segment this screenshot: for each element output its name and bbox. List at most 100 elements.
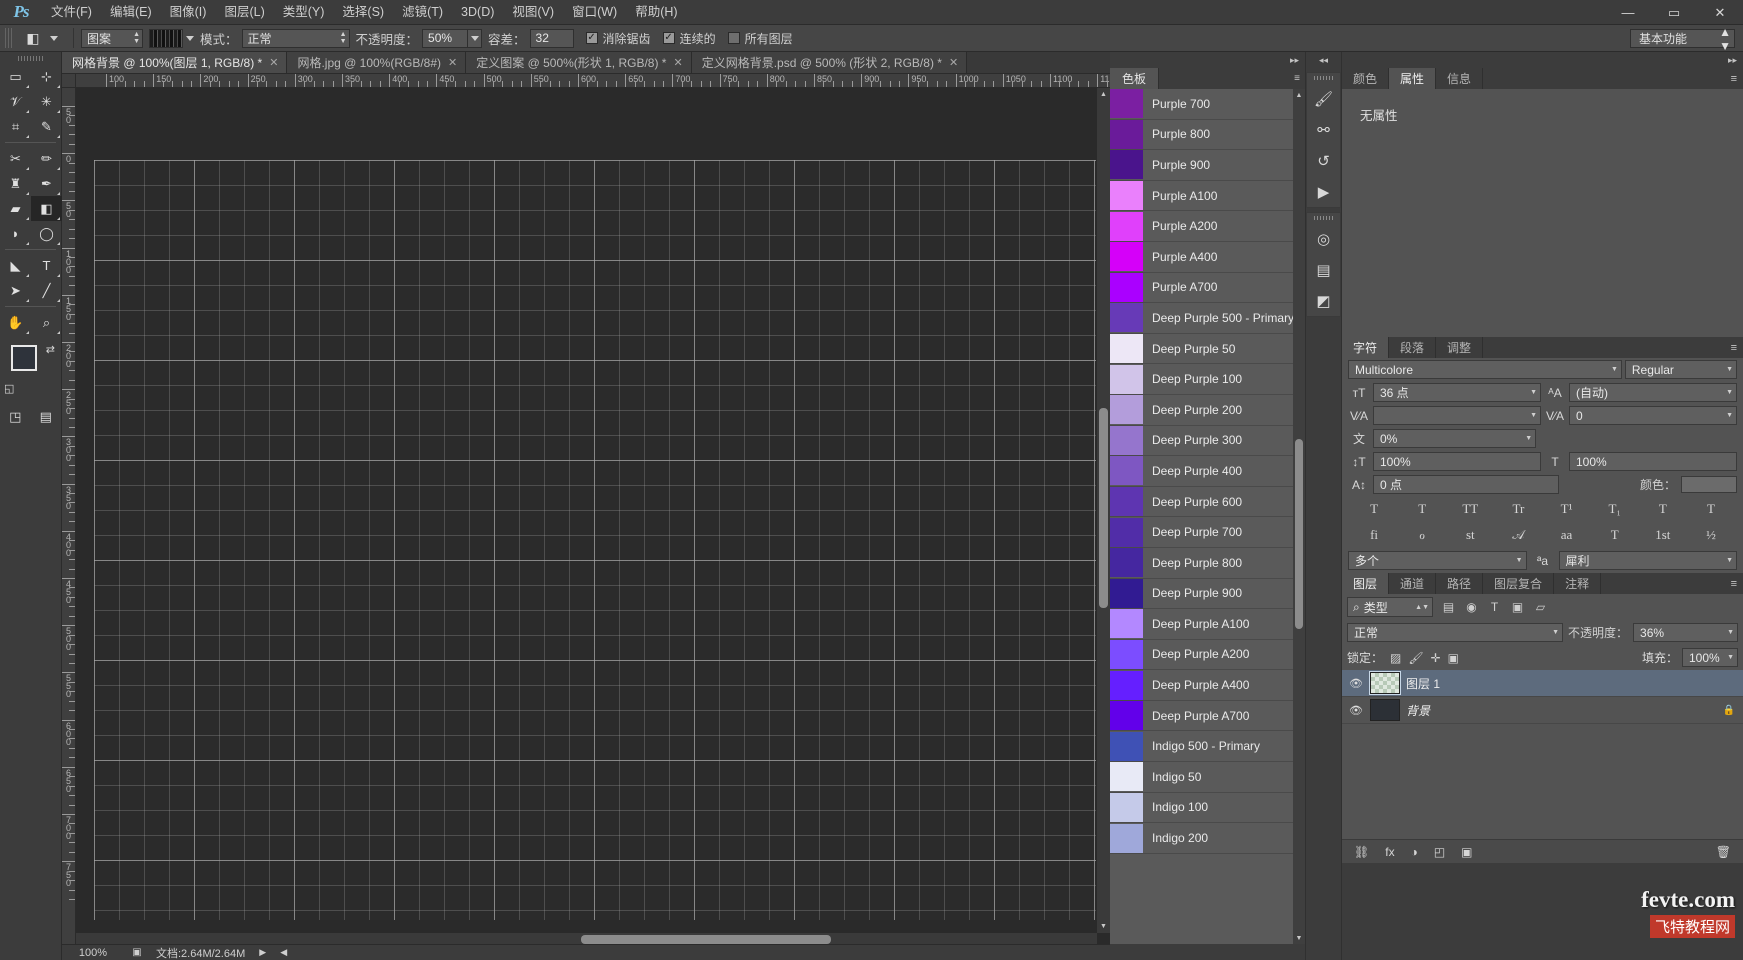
swatch-color-chip[interactable] bbox=[1110, 609, 1143, 638]
swatch-color-chip[interactable] bbox=[1110, 426, 1143, 455]
crop-tool[interactable]: ⌗ bbox=[0, 114, 31, 139]
swatch-color-chip[interactable] bbox=[1110, 120, 1143, 149]
antialias-checkbox[interactable]: ✓ bbox=[586, 32, 598, 44]
tab-panel-menu-icon[interactable]: ≡ bbox=[1483, 68, 1743, 89]
contiguous-checkbox[interactable]: ✓ bbox=[663, 32, 675, 44]
default-colors-icon[interactable]: ◱ bbox=[4, 382, 14, 395]
baseline-shift-input[interactable]: 0 点 bbox=[1373, 475, 1559, 494]
menu-item-2[interactable]: 图像(I) bbox=[161, 0, 216, 25]
swatch-color-chip[interactable] bbox=[1110, 181, 1143, 210]
type-tool[interactable]: T bbox=[31, 253, 62, 278]
pattern-preview-swatch[interactable] bbox=[149, 29, 183, 48]
scroll-up-icon[interactable]: ▲ bbox=[1293, 89, 1305, 101]
scroll-thumb[interactable] bbox=[1099, 408, 1108, 608]
marquee-tool[interactable]: ▭ bbox=[0, 64, 31, 89]
tab-图层[interactable]: 图层 bbox=[1342, 573, 1389, 594]
close-icon[interactable]: ✕ bbox=[949, 56, 958, 69]
layer-filter-icon-1[interactable]: ◉ bbox=[1460, 597, 1483, 617]
swatch-row[interactable]: Purple A100 bbox=[1110, 181, 1293, 212]
layer-opacity-input[interactable]: 36% ▼ bbox=[1633, 623, 1738, 642]
horizontal-ruler[interactable]: 1001502002503003504004505005506006507007… bbox=[76, 74, 1110, 88]
paint-bucket-tool[interactable]: ◧ bbox=[31, 196, 62, 221]
menu-item-8[interactable]: 视图(V) bbox=[503, 0, 563, 25]
antialias-method-select[interactable]: 犀利 ▼ bbox=[1559, 551, 1738, 570]
tab-段落[interactable]: 段落 bbox=[1389, 337, 1436, 358]
swatch-row[interactable]: Purple 800 bbox=[1110, 120, 1293, 151]
opentype-button-3[interactable]: 𝒜 bbox=[1507, 527, 1529, 543]
history-brush-tool[interactable]: ✒ bbox=[31, 171, 62, 196]
tab-panel-menu-icon[interactable]: ≡ bbox=[1601, 573, 1743, 594]
document-tab-3[interactable]: 定义网格背景.psd @ 500% (形状 2, RGB/8) *✕ bbox=[692, 52, 967, 73]
layer-row[interactable]: 👁图层 1 bbox=[1342, 670, 1743, 697]
opentype-button-2[interactable]: st bbox=[1459, 527, 1481, 543]
library-icon[interactable]: ▤ bbox=[1307, 254, 1340, 285]
font-style-button-5[interactable]: T₁ bbox=[1604, 501, 1626, 517]
document-tab-0[interactable]: 网格背景 @ 100%(图层 1, RGB/8) *✕ bbox=[62, 52, 287, 73]
close-icon[interactable]: ✕ bbox=[448, 56, 457, 69]
menu-item-3[interactable]: 图层(L) bbox=[215, 0, 273, 25]
swatch-row[interactable]: Deep Purple 200 bbox=[1110, 395, 1293, 426]
healing-brush-tool[interactable]: ✂ bbox=[0, 146, 31, 171]
rail-group-grip[interactable] bbox=[1307, 73, 1340, 83]
vertical-scale-input[interactable]: 100% bbox=[1373, 452, 1541, 471]
grid-image-canvas[interactable] bbox=[94, 160, 1096, 920]
font-style-button-2[interactable]: TT bbox=[1459, 501, 1481, 517]
foreground-color-chip[interactable] bbox=[11, 345, 37, 371]
swatch-row[interactable]: Purple 700 bbox=[1110, 89, 1293, 120]
rail-collapse-icon[interactable]: ◂◂ bbox=[1306, 52, 1341, 68]
menu-item-5[interactable]: 选择(S) bbox=[333, 0, 393, 25]
tab-注释[interactable]: 注释 bbox=[1554, 573, 1601, 594]
paint-bucket-icon[interactable]: ◧ bbox=[20, 27, 46, 49]
swatch-color-chip[interactable] bbox=[1110, 640, 1143, 669]
lock-image-pixels-icon[interactable]: 🖌 bbox=[1408, 651, 1423, 665]
font-style-button-0[interactable]: T bbox=[1363, 501, 1385, 517]
swatch-row[interactable]: Deep Purple A400 bbox=[1110, 670, 1293, 701]
screen-mode-icon[interactable]: ▤ bbox=[35, 407, 57, 427]
text-color-swatch[interactable] bbox=[1681, 476, 1737, 493]
opentype-button-0[interactable]: fi bbox=[1363, 527, 1385, 543]
rail-group-grip[interactable] bbox=[1307, 213, 1340, 223]
hand-tool[interactable]: ✋ bbox=[0, 310, 31, 335]
layer-thumbnail[interactable] bbox=[1370, 672, 1400, 694]
tab-信息[interactable]: 信息 bbox=[1436, 68, 1483, 89]
opentype-button-1[interactable]: ℴ bbox=[1411, 527, 1433, 543]
line-tool[interactable]: ╱ bbox=[31, 278, 62, 303]
swatches-scrollbar[interactable]: ▲ ▼ bbox=[1293, 89, 1305, 944]
clone-stamp-tool[interactable]: ♜ bbox=[0, 171, 31, 196]
magic-wand-tool[interactable]: ✳ bbox=[31, 89, 62, 114]
swatch-row[interactable]: Purple A200 bbox=[1110, 211, 1293, 242]
layer-filter-icon-0[interactable]: ▤ bbox=[1437, 597, 1460, 617]
antialias-checkbox-group[interactable]: ✓ 消除锯齿 bbox=[586, 30, 651, 47]
layer-mask-icon[interactable]: ◑ bbox=[1411, 845, 1418, 859]
actions-icon[interactable]: ▶ bbox=[1307, 176, 1340, 207]
tool-preset-chevron-down-icon[interactable] bbox=[50, 36, 58, 41]
tolerance-input[interactable]: 32 bbox=[530, 29, 574, 48]
font-size-input[interactable]: 36 点 ▼ bbox=[1373, 383, 1541, 402]
kerning-input[interactable]: ▼ bbox=[1373, 406, 1541, 425]
history-icon[interactable]: ↺ bbox=[1307, 145, 1340, 176]
tab-swatches[interactable]: 色板 bbox=[1110, 68, 1159, 89]
artboard[interactable] bbox=[76, 88, 1096, 932]
swatch-color-chip[interactable] bbox=[1110, 732, 1143, 761]
lock-all-icon[interactable]: ▣ bbox=[1448, 651, 1459, 665]
new-adjustment-layer-icon[interactable]: ◰ bbox=[1434, 845, 1445, 859]
layer-row[interactable]: 👁背景🔒 bbox=[1342, 697, 1743, 724]
menu-item-6[interactable]: 滤镜(T) bbox=[393, 0, 452, 25]
path-selection-tool[interactable]: ➤ bbox=[0, 278, 31, 303]
status-collapse-icon[interactable]: ◀ bbox=[280, 947, 287, 958]
eye-icon[interactable]: 👁 bbox=[1348, 704, 1364, 717]
eye-icon[interactable]: 👁 bbox=[1348, 677, 1364, 690]
opacity-chevron-down-icon[interactable] bbox=[468, 29, 482, 48]
swatch-row[interactable]: Purple A700 bbox=[1110, 273, 1293, 304]
swatch-color-chip[interactable] bbox=[1110, 487, 1143, 516]
eyedropper-tool[interactable]: ✎ bbox=[31, 114, 62, 139]
swatch-row[interactable]: Deep Purple 500 - Primary bbox=[1110, 303, 1293, 334]
tab-属性[interactable]: 属性 bbox=[1389, 68, 1436, 89]
swatch-color-chip[interactable] bbox=[1110, 303, 1143, 332]
toolbox-grip[interactable] bbox=[0, 52, 61, 64]
new-group-icon[interactable]: ▣ bbox=[1461, 845, 1472, 859]
swatch-row[interactable]: Deep Purple 50 bbox=[1110, 334, 1293, 365]
swatch-row[interactable]: Deep Purple 100 bbox=[1110, 364, 1293, 395]
layer-thumbnail[interactable] bbox=[1370, 699, 1400, 721]
eraser-tool[interactable]: ▰ bbox=[0, 196, 31, 221]
